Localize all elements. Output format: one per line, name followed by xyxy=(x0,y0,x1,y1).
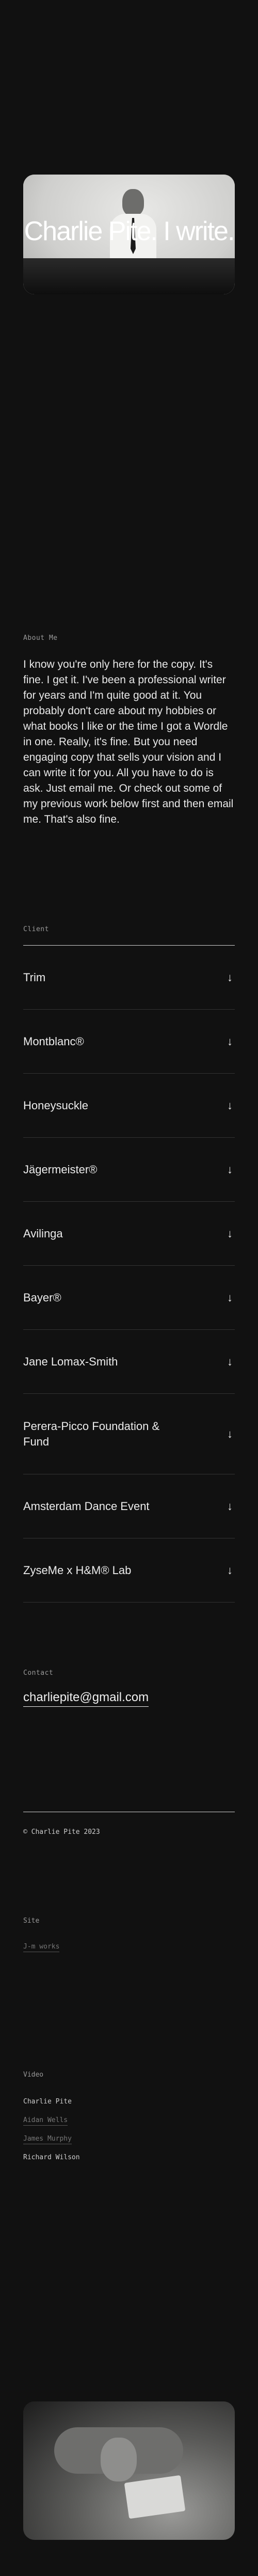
client-list: Trim ↓ Montblanc® ↓ Honeysuckle ↓ Jägerm… xyxy=(23,945,235,1603)
arrow-down-icon: ↓ xyxy=(227,1563,233,1577)
client-name: Honeysuckle xyxy=(23,1098,88,1112)
client-name: Jane Lomax-Smith xyxy=(23,1355,118,1368)
arrow-down-icon: ↓ xyxy=(227,1291,233,1304)
site-link-wrapper: J-m works xyxy=(23,1943,60,1952)
about-label: About Me xyxy=(23,634,58,642)
arrow-down-icon: ↓ xyxy=(227,1427,233,1440)
contact-label: Contact xyxy=(23,1669,54,1677)
client-row-bayer[interactable]: Bayer® ↓ xyxy=(23,1266,235,1330)
video-item-link[interactable]: James Murphy xyxy=(23,2135,72,2144)
client-row-montblanc[interactable]: Montblanc® ↓ xyxy=(23,1010,235,1074)
arrow-down-icon: ↓ xyxy=(227,1227,233,1240)
client-row-amsterdam-dance-event[interactable]: Amsterdam Dance Event ↓ xyxy=(23,1474,235,1538)
photo-desk xyxy=(23,258,235,294)
page-title: Charlie Pite. I write. xyxy=(24,216,235,246)
client-row-zyseme[interactable]: ZyseMe x H&M® Lab ↓ xyxy=(23,1538,235,1603)
video-item-link[interactable]: Aidan Wells xyxy=(23,2116,68,2126)
bottom-photo xyxy=(23,2401,235,2540)
arrow-down-icon: ↓ xyxy=(227,1163,233,1176)
client-name: Jägermeister® xyxy=(23,1163,98,1176)
arrow-down-icon: ↓ xyxy=(227,1355,233,1368)
video-item: Richard Wilson xyxy=(23,2154,80,2161)
email-link[interactable]: charliepite@gmail.com xyxy=(23,1690,149,1707)
video-label: Video xyxy=(23,2071,44,2079)
client-row-jagermeister[interactable]: Jägermeister® ↓ xyxy=(23,1138,235,1202)
client-name: Montblanc® xyxy=(23,1034,84,1048)
arrow-down-icon: ↓ xyxy=(227,1499,233,1513)
client-name: ZyseMe x H&M® Lab xyxy=(23,1563,132,1577)
site-link[interactable]: J-m works xyxy=(23,1943,60,1952)
client-row-trim[interactable]: Trim ↓ xyxy=(23,946,235,1010)
arrow-down-icon: ↓ xyxy=(227,1098,233,1112)
client-name: Bayer® xyxy=(23,1291,61,1304)
arrow-down-icon: ↓ xyxy=(227,1034,233,1048)
video-list: Charlie Pite Aidan Wells James Murphy Ri… xyxy=(23,2097,80,2171)
copyright: © Charlie Pite 2023 xyxy=(23,1828,100,1836)
client-label: Client xyxy=(23,925,49,933)
client-name: Amsterdam Dance Event xyxy=(23,1499,150,1513)
video-item: Charlie Pite xyxy=(23,2098,72,2106)
client-row-honeysuckle[interactable]: Honeysuckle ↓ xyxy=(23,1074,235,1138)
client-row-avilinga[interactable]: Avilinga ↓ xyxy=(23,1202,235,1266)
client-name: Trim xyxy=(23,970,46,984)
client-row-perera-picco[interactable]: Perera-Picco Foundation & Fund ↓ xyxy=(23,1394,235,1474)
about-text: I know you're only here for the copy. It… xyxy=(23,658,234,825)
client-row-jane-lomax-smith[interactable]: Jane Lomax-Smith ↓ xyxy=(23,1330,235,1394)
client-name: Avilinga xyxy=(23,1227,63,1240)
arrow-down-icon: ↓ xyxy=(227,970,233,984)
site-label: Site xyxy=(23,1917,40,1925)
client-name: Perera-Picco Foundation & Fund xyxy=(23,1419,160,1448)
